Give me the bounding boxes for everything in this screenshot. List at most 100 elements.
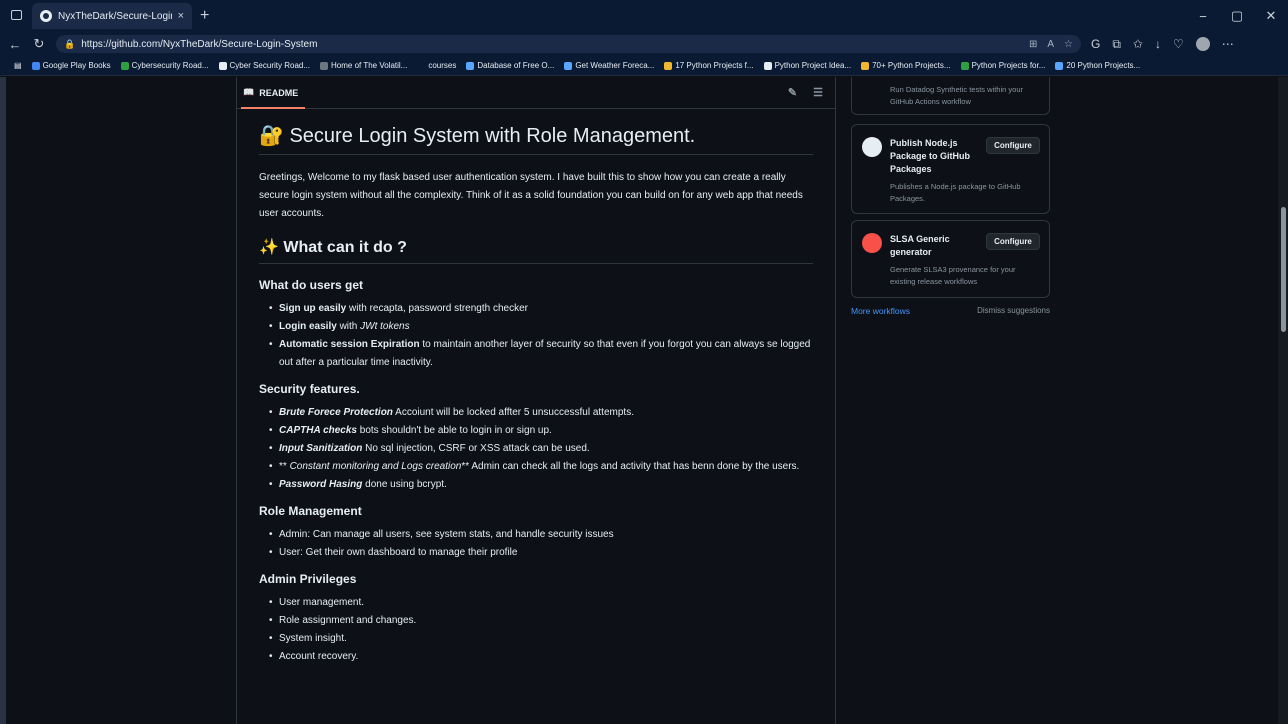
bookmark-item[interactable]: 17 Python Projects f... [664, 61, 754, 70]
configure-button[interactable]: Configure [986, 233, 1040, 250]
list-item: ** Constant monitoring and Logs creation… [269, 458, 813, 476]
outline-icon[interactable]: ☰ [813, 86, 823, 99]
item-italic: Input Sanitization [279, 443, 363, 454]
bookmark-label: Home of The Volatil... [331, 61, 408, 70]
page-content: 📖 README ✎ ☰ 🔐 Secure Login System with … [0, 77, 1288, 724]
workflow-card-slsa: SLSA Generic generator Configure Generat… [851, 220, 1050, 298]
item-text: with [336, 321, 361, 332]
readme-intro: Greetings, Welcome to my flask based use… [259, 172, 803, 219]
item-text: No sql injection, CSRF or XSS attack can… [362, 443, 590, 454]
reader-icon[interactable]: ⊞ [1029, 39, 1037, 50]
bookmark-item[interactable]: 20 Python Projects... [1055, 61, 1140, 70]
browser-tab[interactable]: NyxTheDark/Secure-Login-System × [32, 3, 192, 29]
collections-icon[interactable]: ▤ [14, 61, 22, 70]
bookmark-favicon-icon [31, 61, 40, 70]
bookmark-item[interactable]: Cyber Security Road... [218, 61, 311, 70]
list-item: Automatic session Expiration to maintain… [269, 336, 813, 372]
bookmark-label: Cyber Security Road... [229, 61, 311, 70]
left-edge [0, 77, 6, 724]
favorites-icon[interactable]: ✩ [1133, 37, 1143, 51]
url-field[interactable]: 🔒 https://github.com/NyxTheDark/Secure-L… [56, 35, 1081, 53]
workflow-card-datadog: Run Datadog Synthetic tests within your … [851, 77, 1050, 115]
bookmark-label: 17 Python Projects f... [675, 61, 754, 70]
list-item: Role assignment and changes. [269, 612, 813, 630]
item-text: with recapta, password strength checker [346, 303, 529, 314]
favorite-icon[interactable]: ☆ [1064, 39, 1073, 50]
downloads-icon[interactable]: ↓ [1155, 37, 1161, 51]
back-icon[interactable]: ← [6, 37, 24, 52]
bookmark-item[interactable]: Python Projects for... [960, 61, 1045, 70]
readme-tab[interactable]: README [259, 88, 298, 98]
bookmark-favicon-icon [120, 61, 129, 70]
more-workflows-link[interactable]: More workflows [851, 306, 910, 316]
bookmark-favicon-icon [664, 61, 673, 70]
readme-panel: 📖 README ✎ ☰ 🔐 Secure Login System with … [236, 77, 836, 724]
item-prefix: ** [279, 461, 290, 472]
bookmark-favicon-icon [320, 61, 329, 70]
list-item: Sign up easily with recapta, password st… [269, 300, 813, 318]
bookmark-label: Python Project Idea... [774, 61, 852, 70]
dismiss-suggestions-link[interactable]: Dismiss suggestions [977, 306, 1050, 316]
item-italic: Brute Forece Protection [279, 407, 393, 418]
maximize-button[interactable]: ▢ [1220, 8, 1254, 24]
new-tab-button[interactable]: + [200, 7, 209, 25]
address-bar-row: ← ↻ 🔒 https://github.com/NyxTheDark/Secu… [0, 32, 1288, 56]
close-window-button[interactable]: ✕ [1254, 8, 1288, 24]
minimize-button[interactable]: − [1186, 9, 1220, 24]
refresh-icon[interactable]: ↻ [30, 36, 48, 52]
section-title: ✨ What can it do ? [259, 237, 813, 264]
bookmark-label: Database of Free O... [477, 61, 555, 70]
bookmark-favicon-icon [417, 61, 426, 70]
scrollbar-thumb[interactable] [1281, 207, 1286, 332]
lock-icon[interactable]: 🔒 [64, 39, 75, 50]
bookmark-item[interactable]: Home of The Volatil... [320, 61, 407, 70]
url-text: https://github.com/NyxTheDark/Secure-Log… [81, 38, 318, 50]
nodejs-logo-icon [862, 137, 882, 157]
item-bold-italic: CAPTHA checks [279, 425, 357, 436]
bookmark-item[interactable]: Database of Free O... [466, 61, 554, 70]
bookmark-item[interactable]: Cybersecurity Road... [120, 61, 209, 70]
list-item: Login easily with JWt tokens [269, 318, 813, 336]
list-item: User: Get their own dashboard to manage … [269, 544, 813, 562]
workflow-desc: Run Datadog Synthetic tests within your … [890, 85, 1023, 106]
workflow-desc: Generate SLSA3 provenance for your exist… [890, 265, 1016, 286]
item-italic: JWt tokens [360, 321, 410, 332]
security-list: Brute Forece Protection Accoiunt will be… [259, 404, 813, 494]
bookmarks-bar: ▤ Google Play Books Cybersecurity Road... C… [0, 56, 1288, 76]
list-item: Brute Forece Protection Accoiunt will be… [269, 404, 813, 422]
read-aloud-icon[interactable]: A [1047, 39, 1054, 50]
bookmark-item[interactable]: 70+ Python Projects... [861, 61, 951, 70]
scrollbar[interactable] [1278, 77, 1288, 724]
bookmark-label: courses [428, 61, 457, 70]
item-italic: CAPTHA checks [279, 425, 357, 436]
tab-close-icon[interactable]: × [178, 10, 184, 22]
admin-list: User management.Role assignment and chan… [259, 594, 813, 666]
extension-icon[interactable]: G [1091, 37, 1100, 51]
profile-avatar[interactable] [1195, 37, 1210, 51]
tab-title: NyxTheDark/Secure-Login-System [58, 10, 172, 22]
item-text: ** Admin can check all the logs and acti… [461, 461, 800, 472]
configure-button[interactable]: Configure [986, 137, 1040, 154]
item-bold: Login easily [279, 321, 337, 332]
bookmark-favicon-icon [218, 61, 227, 70]
split-screen-icon[interactable]: ⧉ [1112, 37, 1121, 52]
list-item: System insight. [269, 630, 813, 648]
readme-body: 🔐 Secure Login System with Role Manageme… [237, 109, 835, 666]
bookmark-item[interactable]: Get Weather Foreca... [564, 61, 654, 70]
bookmark-item[interactable]: Google Play Books [31, 61, 111, 70]
tab-actions-icon[interactable] [11, 10, 22, 20]
workflow-name: Publish Node.js Package to GitHub Packag… [890, 138, 971, 174]
readme-tab-underline [241, 107, 305, 109]
workflow-card-node: Publish Node.js Package to GitHub Packag… [851, 124, 1050, 214]
item-bold-italic: Input Sanitization [279, 443, 362, 454]
bookmark-item[interactable]: Python Project Idea... [763, 61, 852, 70]
roles-list: Admin: Can manage all users, see system … [259, 526, 813, 562]
heart-icon[interactable]: ♡ [1173, 37, 1184, 51]
item-italic: Constant monitoring and Logs creation [289, 461, 462, 472]
url-actions: ⊞ A ☆ [1029, 39, 1081, 50]
bookmark-favicon-icon [1055, 61, 1064, 70]
security-heading: Security features. [259, 382, 360, 396]
bookmark-item[interactable]: courses [417, 61, 456, 70]
edit-icon[interactable]: ✎ [788, 86, 797, 99]
more-icon[interactable]: ⋯ [1222, 37, 1234, 51]
